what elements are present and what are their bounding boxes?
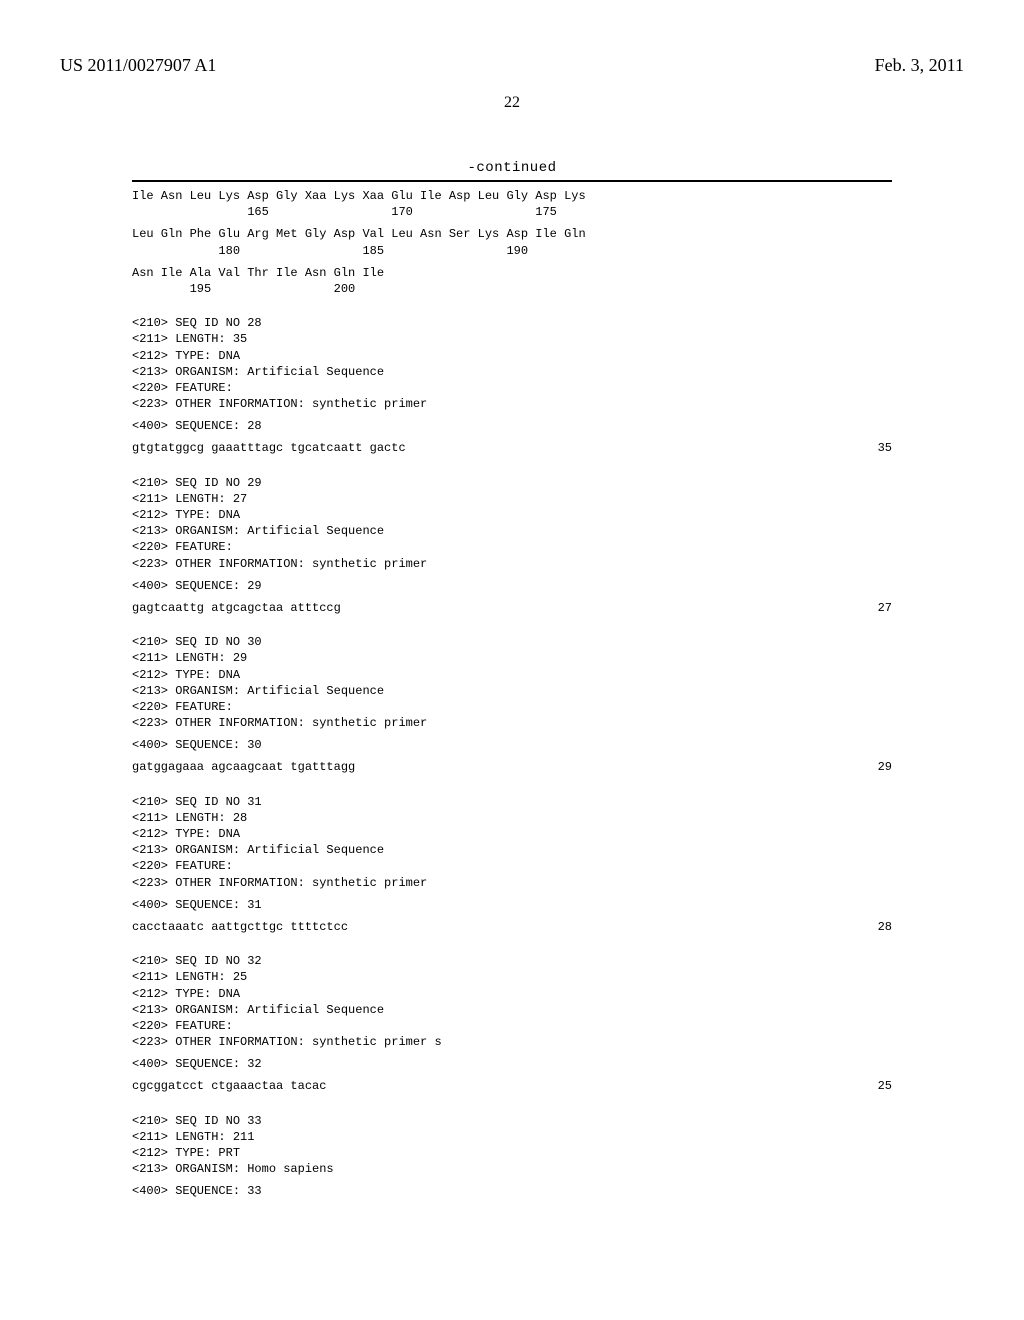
seq-feature-28: <220> FEATURE: <box>132 380 892 396</box>
seq-text-31: cacctaaatc aattgcttgc ttttctcc <box>132 919 348 935</box>
seq-line-31: cacctaaatc aattgcttgc ttttctcc 28 <box>132 919 892 935</box>
seq-other-31: <223> OTHER INFORMATION: synthetic prime… <box>132 875 892 891</box>
seq-text-28: gtgtatggcg gaaatttagc tgcatcaatt gactc <box>132 440 406 456</box>
seq-id-28: <210> SEQ ID NO 28 <box>132 315 892 331</box>
seq-organism-31: <213> ORGANISM: Artificial Sequence <box>132 842 892 858</box>
pos-row-3: 195 200 <box>132 281 892 297</box>
header-row: US 2011/0027907 A1 Feb. 3, 2011 <box>60 55 964 76</box>
pos-row-2: 180 185 190 <box>132 243 892 259</box>
continued-label: -continued <box>60 160 964 176</box>
seq-length-33: <211> LENGTH: 211 <box>132 1129 892 1145</box>
seq-type-33: <212> TYPE: PRT <box>132 1145 892 1161</box>
seq-label-32: <400> SEQUENCE: 32 <box>132 1056 892 1072</box>
seq-type-30: <212> TYPE: DNA <box>132 667 892 683</box>
seq-label-28: <400> SEQUENCE: 28 <box>132 418 892 434</box>
seq-other-29: <223> OTHER INFORMATION: synthetic prime… <box>132 556 892 572</box>
seq-length-31: <211> LENGTH: 28 <box>132 810 892 826</box>
seq-id-32: <210> SEQ ID NO 32 <box>132 953 892 969</box>
publication-id: US 2011/0027907 A1 <box>60 55 216 76</box>
seq-organism-32: <213> ORGANISM: Artificial Sequence <box>132 1002 892 1018</box>
aa-row-3: Asn Ile Ala Val Thr Ile Asn Gln Ile <box>132 265 892 281</box>
seq-organism-29: <213> ORGANISM: Artificial Sequence <box>132 523 892 539</box>
seq-line-32: cgcggatcct ctgaaactaa tacac 25 <box>132 1078 892 1094</box>
seq-organism-28: <213> ORGANISM: Artificial Sequence <box>132 364 892 380</box>
seq-label-33: <400> SEQUENCE: 33 <box>132 1183 892 1199</box>
seq-line-28: gtgtatggcg gaaatttagc tgcatcaatt gactc 3… <box>132 440 892 456</box>
seq-id-33: <210> SEQ ID NO 33 <box>132 1113 892 1129</box>
seq-label-31: <400> SEQUENCE: 31 <box>132 897 892 913</box>
page-number: 22 <box>60 94 964 112</box>
seq-other-28: <223> OTHER INFORMATION: synthetic prime… <box>132 396 892 412</box>
seq-len-32: 25 <box>878 1078 892 1094</box>
seq-feature-32: <220> FEATURE: <box>132 1018 892 1034</box>
seq-other-30: <223> OTHER INFORMATION: synthetic prime… <box>132 715 892 731</box>
seq-length-28: <211> LENGTH: 35 <box>132 331 892 347</box>
seq-type-28: <212> TYPE: DNA <box>132 348 892 364</box>
seq-text-29: gagtcaattg atgcagctaa atttccg <box>132 600 341 616</box>
publication-date: Feb. 3, 2011 <box>875 55 964 76</box>
seq-len-28: 35 <box>878 440 892 456</box>
seq-type-29: <212> TYPE: DNA <box>132 507 892 523</box>
aa-row-2: Leu Gln Phe Glu Arg Met Gly Asp Val Leu … <box>132 226 892 242</box>
seq-feature-31: <220> FEATURE: <box>132 858 892 874</box>
pos-row-1: 165 170 175 <box>132 204 892 220</box>
aa-row-1: Ile Asn Leu Lys Asp Gly Xaa Lys Xaa Glu … <box>132 188 892 204</box>
seq-length-32: <211> LENGTH: 25 <box>132 969 892 985</box>
seq-organism-33: <213> ORGANISM: Homo sapiens <box>132 1161 892 1177</box>
seq-line-30: gatggagaaa agcaagcaat tgatttagg 29 <box>132 759 892 775</box>
seq-id-31: <210> SEQ ID NO 31 <box>132 794 892 810</box>
seq-len-29: 27 <box>878 600 892 616</box>
seq-id-29: <210> SEQ ID NO 29 <box>132 475 892 491</box>
seq-length-30: <211> LENGTH: 29 <box>132 650 892 666</box>
seq-len-30: 29 <box>878 759 892 775</box>
seq-type-32: <212> TYPE: DNA <box>132 986 892 1002</box>
seq-line-29: gagtcaattg atgcagctaa atttccg 27 <box>132 600 892 616</box>
seq-label-29: <400> SEQUENCE: 29 <box>132 578 892 594</box>
page: US 2011/0027907 A1 Feb. 3, 2011 22 -cont… <box>0 0 1024 1320</box>
sequence-listing: Ile Asn Leu Lys Asp Gly Xaa Lys Xaa Glu … <box>132 188 892 1200</box>
seq-label-30: <400> SEQUENCE: 30 <box>132 737 892 753</box>
seq-text-30: gatggagaaa agcaagcaat tgatttagg <box>132 759 355 775</box>
seq-other-32: <223> OTHER INFORMATION: synthetic prime… <box>132 1034 892 1050</box>
seq-id-30: <210> SEQ ID NO 30 <box>132 634 892 650</box>
seq-length-29: <211> LENGTH: 27 <box>132 491 892 507</box>
seq-feature-29: <220> FEATURE: <box>132 539 892 555</box>
seq-text-32: cgcggatcct ctgaaactaa tacac <box>132 1078 326 1094</box>
seq-type-31: <212> TYPE: DNA <box>132 826 892 842</box>
seq-organism-30: <213> ORGANISM: Artificial Sequence <box>132 683 892 699</box>
seq-len-31: 28 <box>878 919 892 935</box>
top-divider <box>132 180 892 182</box>
seq-feature-30: <220> FEATURE: <box>132 699 892 715</box>
